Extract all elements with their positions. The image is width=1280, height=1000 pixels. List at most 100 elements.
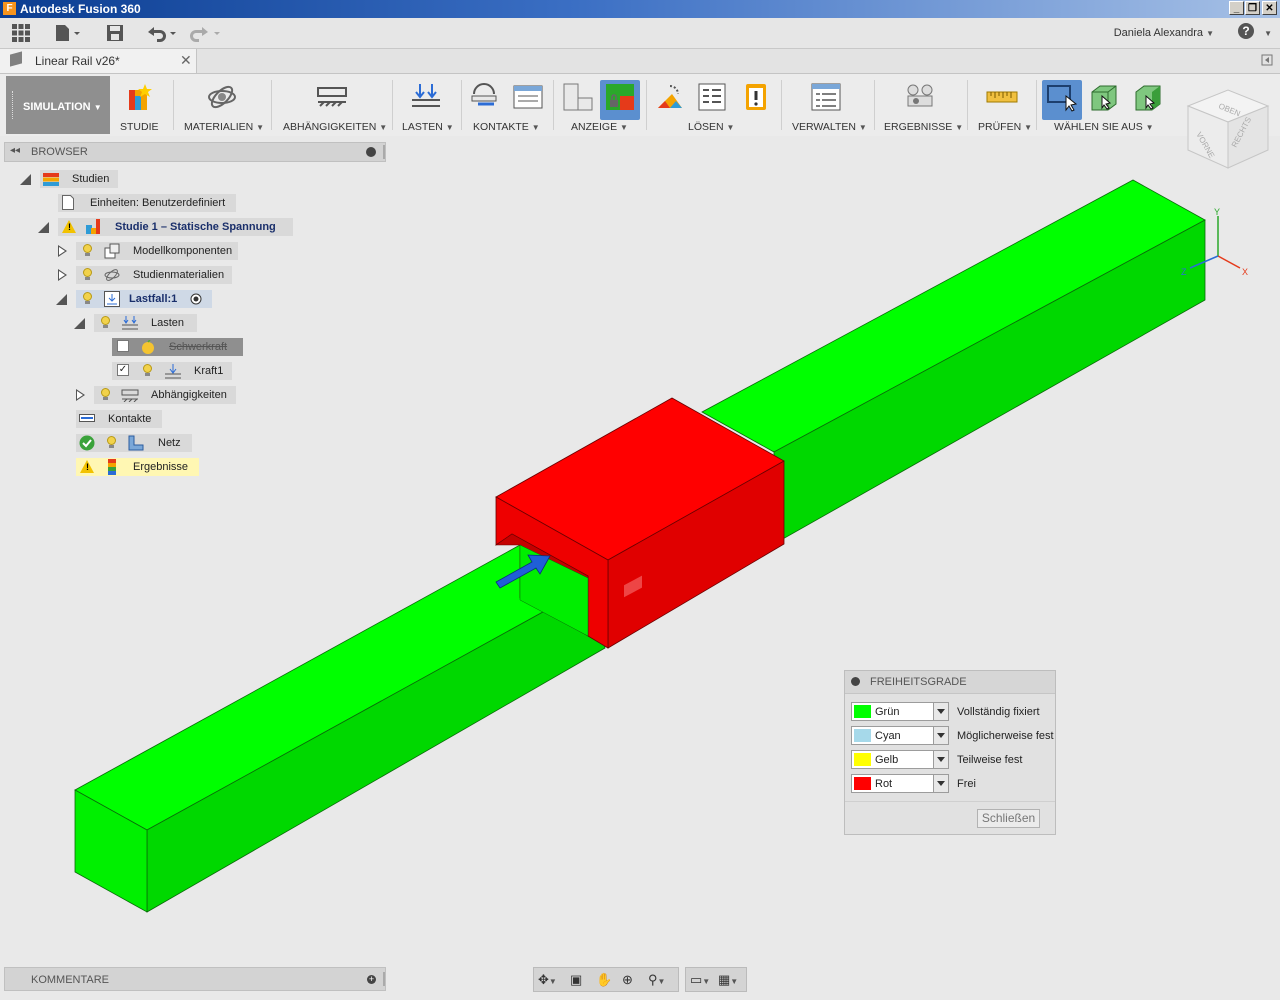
- display-settings-icon[interactable]: ▭▼: [690, 972, 710, 988]
- look-at-icon[interactable]: ▣: [570, 972, 582, 988]
- user-menu[interactable]: Daniela Alexandra ▼: [1114, 27, 1214, 39]
- tree-label: Lastfall:1: [129, 293, 178, 305]
- chevron-down-icon[interactable]: [933, 751, 948, 768]
- add-comment-icon[interactable]: +: [367, 975, 376, 984]
- materials-label: MATERIALIEN: [184, 121, 254, 133]
- browser-minimize-icon[interactable]: [366, 147, 376, 157]
- expand-model-components-icon[interactable]: [58, 245, 67, 257]
- tree-item-results[interactable]: ! Ergebnisse: [76, 458, 199, 476]
- visibility-bulb-icon[interactable]: [82, 244, 92, 257]
- collapse-study1-icon[interactable]: [38, 222, 49, 233]
- tree-item-loadcase[interactable]: Lastfall:1: [76, 290, 212, 308]
- materials-button[interactable]: MATERIALIEN ▼: [180, 76, 264, 134]
- collapse-loadcase-icon[interactable]: [56, 294, 67, 305]
- collapse-browser-icon[interactable]: ◂◂: [10, 145, 20, 156]
- tree-item-studien[interactable]: Studien: [40, 170, 118, 188]
- tree-item-constraints[interactable]: Abhängigkeiten: [94, 386, 236, 404]
- tree-item-units[interactable]: Einheiten: Benutzerdefiniert: [58, 194, 236, 212]
- visibility-bulb-icon[interactable]: [82, 268, 92, 281]
- expand-study-materials-icon[interactable]: [58, 269, 67, 281]
- visibility-bulb-icon[interactable]: [106, 436, 116, 449]
- chevron-down-icon[interactable]: [933, 703, 948, 720]
- restore-button[interactable]: ❐: [1245, 1, 1260, 15]
- studies-icon: [43, 173, 59, 186]
- new-tab-icon[interactable]: [1260, 53, 1274, 67]
- undo-icon[interactable]: [146, 24, 178, 47]
- constraints-button[interactable]: ABHÄNGIGKEITEN ▼: [280, 76, 387, 134]
- tree-item-contacts[interactable]: Kontakte: [76, 410, 162, 428]
- dof-legend-panel: FREIHEITSGRADE Grün Vollständig fixiert …: [844, 670, 1056, 835]
- loads-button[interactable]: LASTEN ▼: [398, 76, 454, 134]
- browser-resize-handle[interactable]: [383, 145, 385, 159]
- chevron-down-icon[interactable]: [933, 775, 948, 792]
- results-button[interactable]: ERGEBNISSE ▼: [880, 76, 963, 134]
- color-swatch: [854, 729, 871, 742]
- browser-header[interactable]: ◂◂ BROWSER: [4, 142, 386, 162]
- check-ok-icon: [79, 435, 95, 451]
- help-dropdown-icon[interactable]: ▼: [1264, 27, 1272, 39]
- expand-constraints-icon[interactable]: [76, 389, 85, 401]
- redo-icon[interactable]: [190, 24, 222, 47]
- pre-check-icon: [658, 85, 682, 108]
- comments-title: KOMMENTARE: [31, 974, 110, 986]
- document-tab-bar: Linear Rail v26* ✕: [0, 49, 1280, 74]
- grid-settings-icon[interactable]: ▦▼: [718, 972, 738, 988]
- tree-item-model-components[interactable]: Modellkomponenten: [76, 242, 238, 260]
- user-name: Daniela Alexandra: [1113, 27, 1204, 39]
- tree-label: Einheiten: Benutzerdefiniert: [90, 197, 226, 209]
- toolbar-separator: [173, 80, 174, 130]
- visibility-bulb-icon[interactable]: [100, 316, 110, 329]
- document-tab[interactable]: Linear Rail v26* ✕: [0, 49, 197, 73]
- contacts-button[interactable]: KONTAKTE ▼: [466, 76, 546, 134]
- close-button[interactable]: Schließen: [977, 809, 1040, 828]
- dof-panel-title: FREIHEITSGRADE: [870, 676, 967, 688]
- manage-button[interactable]: VERWALTEN ▼: [786, 76, 868, 134]
- tree-item-mesh[interactable]: Netz: [76, 434, 192, 452]
- app-grid-icon[interactable]: [12, 24, 30, 47]
- toolbar-separator: [646, 80, 647, 130]
- minimize-button[interactable]: _: [1229, 1, 1244, 15]
- help-icon[interactable]: ?: [1238, 23, 1254, 39]
- study-button[interactable]: STUDIE: [112, 76, 164, 134]
- dof-collapse-icon[interactable]: [851, 677, 860, 686]
- file-menu-icon[interactable]: [55, 24, 81, 47]
- collapse-loads-icon[interactable]: [74, 318, 85, 329]
- gravity-checkbox[interactable]: [117, 340, 129, 352]
- chevron-down-icon[interactable]: [933, 727, 948, 744]
- workspace-switcher[interactable]: SIMULATION ▼: [6, 76, 110, 134]
- dof-color-select-cyan[interactable]: Cyan: [851, 726, 949, 745]
- visibility-bulb-icon[interactable]: [82, 292, 92, 305]
- tree-item-force1[interactable]: ✓ Kraft1: [112, 362, 232, 380]
- zoom-fit-icon[interactable]: ⚲▼: [648, 972, 665, 988]
- visibility-bulb-icon[interactable]: [142, 364, 152, 377]
- active-radio-icon[interactable]: [190, 293, 202, 305]
- close-tab-icon[interactable]: ✕: [180, 52, 192, 69]
- save-icon[interactable]: [106, 24, 124, 47]
- zoom-window-icon[interactable]: ⊕: [622, 972, 633, 988]
- select-button[interactable]: WÄHLEN SIE AUS ▼: [1040, 76, 1172, 134]
- comments-resize-handle[interactable]: [383, 972, 385, 986]
- dof-color-select-green[interactable]: Grün: [851, 702, 949, 721]
- z-axis: [1189, 255, 1219, 269]
- view-cube[interactable]: OBEN VORNE RECHTS: [1180, 84, 1276, 184]
- pan-hand-icon[interactable]: ✋: [596, 972, 612, 988]
- browser-tree: Studien Einheiten: Benutzerdefiniert ! S…: [0, 166, 390, 486]
- tree-item-loads[interactable]: Lasten: [94, 314, 197, 332]
- dof-meaning: Frei: [957, 778, 976, 790]
- solve-button[interactable]: LÖSEN ▼: [650, 76, 774, 134]
- tree-item-gravity[interactable]: Schwerkraft: [112, 338, 243, 356]
- orbit-icon[interactable]: ✥▼: [538, 972, 557, 988]
- tree-item-study1[interactable]: ! Studie 1 – Statische Spannung: [58, 218, 293, 236]
- visibility-bulb-icon[interactable]: [100, 388, 110, 401]
- force1-checkbox[interactable]: ✓: [117, 364, 129, 376]
- dof-color-select-yellow[interactable]: Gelb: [851, 750, 949, 769]
- close-window-button[interactable]: ✕: [1262, 1, 1277, 15]
- dof-color-select-red[interactable]: Rot: [851, 774, 949, 793]
- comments-panel-header[interactable]: KOMMENTARE +: [4, 967, 386, 991]
- tree-item-study-materials[interactable]: Studienmaterialien: [76, 266, 232, 284]
- inspect-button[interactable]: PRÜFEN ▼: [972, 76, 1034, 134]
- collapse-studien-icon[interactable]: [20, 174, 31, 185]
- display-button[interactable]: ANZEIGE ▼: [558, 76, 642, 134]
- loads-small-icon: [122, 316, 138, 330]
- tree-label: Abhängigkeiten: [151, 389, 227, 401]
